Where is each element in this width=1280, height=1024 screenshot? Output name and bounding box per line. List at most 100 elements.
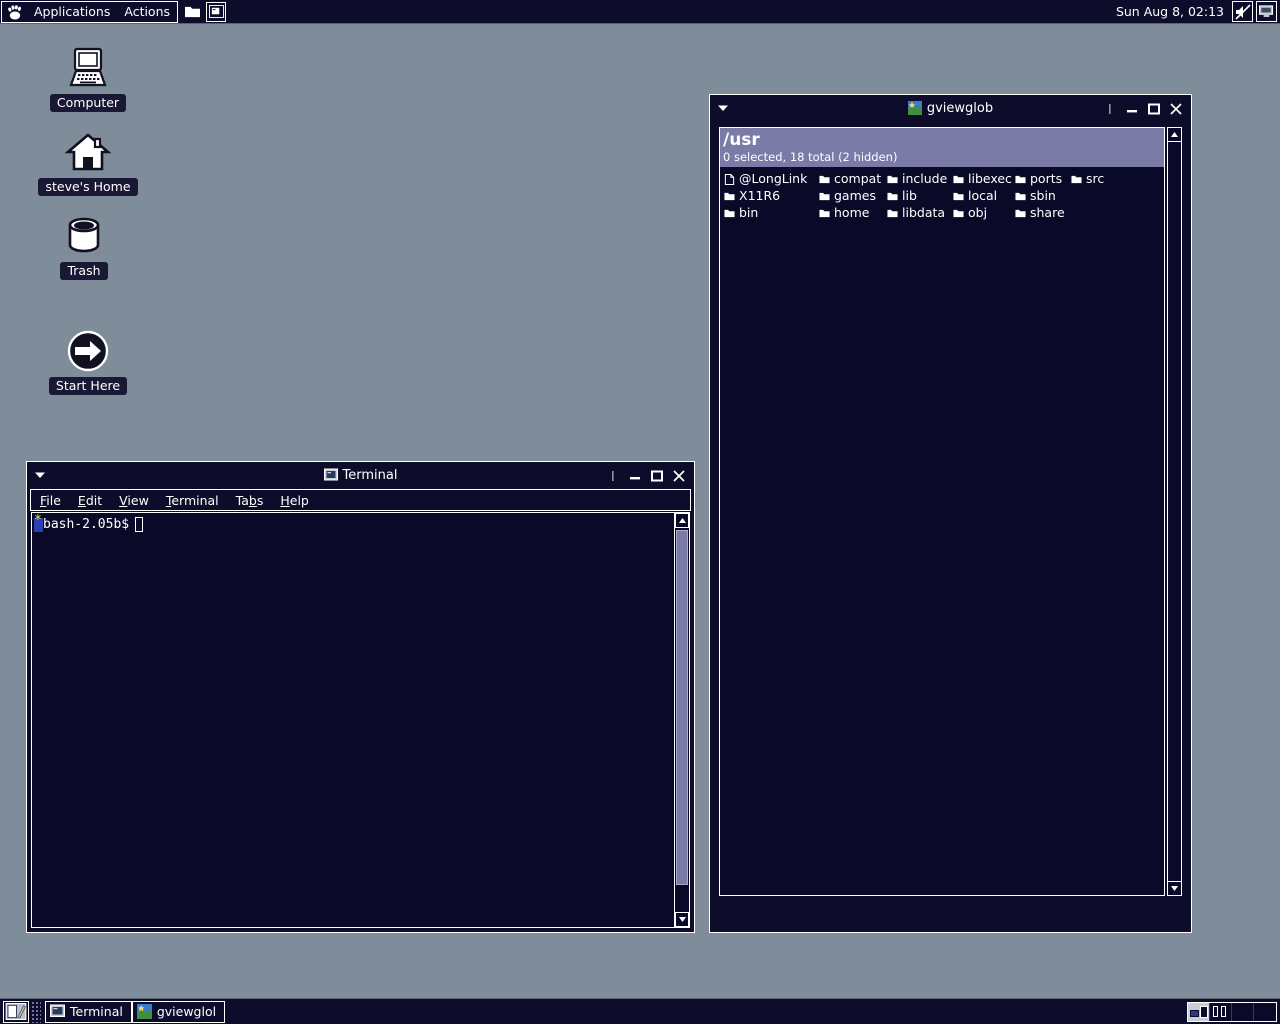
workspace-window-thumb [1190,1009,1199,1017]
show-desktop-launcher[interactable] [3,1000,29,1023]
workspace-2[interactable] [1210,1002,1232,1021]
file-item-obj[interactable]: obj [953,205,1015,220]
workspace-4[interactable] [1254,1003,1276,1021]
file-item-label: local [968,188,998,203]
desktop-icon-label: Computer [49,94,127,112]
terminal-body[interactable]: bash-2.05b$ [31,512,690,928]
clock-applet[interactable]: Sun Aug 8, 02:13 [1108,4,1232,19]
shade-button[interactable] [1103,101,1117,115]
close-button[interactable] [1169,101,1183,115]
file-item-ports[interactable]: ports [1015,171,1071,186]
shade-button[interactable] [606,468,620,482]
file-item-home[interactable]: home [819,205,887,220]
file-item-label: include [902,171,948,186]
file-item-share[interactable]: share [1015,205,1071,220]
close-button[interactable] [672,468,686,482]
desktop-icon-label: Start Here [48,377,128,395]
window-menu-button[interactable] [31,466,49,484]
prompt-marker-icon [34,514,43,532]
file-item-lib[interactable]: lib [887,188,953,203]
file-item-x11r6[interactable]: X11R6 [724,188,819,203]
file-item-longlink[interactable]: @LongLink [724,171,819,186]
file-item-libdata[interactable]: libdata [887,205,953,220]
window-menu-button[interactable] [714,99,732,117]
file-item-libexec[interactable]: libexec [953,171,1015,186]
show-desktop-icon [5,1003,27,1020]
scroll-up-button[interactable] [1167,127,1182,142]
menu-terminal[interactable]: Terminal [166,493,219,508]
panel-menu-group: Applications Actions [1,0,179,23]
terminal-vertical-scrollbar[interactable] [674,513,689,927]
trash-can-icon [60,212,108,260]
chevron-down-icon [35,472,45,478]
terminal-output[interactable]: bash-2.05b$ [32,513,674,927]
minimize-button[interactable] [1125,101,1139,115]
file-item-label: home [834,205,870,220]
gviewglob-titlebar[interactable]: gviewglob [710,95,1191,121]
file-item-bin[interactable]: bin [724,205,819,220]
desktop-icon-trash[interactable]: Trash [36,212,132,280]
display-settings-icon[interactable] [1256,1,1277,22]
gviewglob-title-text: gviewglob [926,100,994,116]
gviewglob-path-header: /usr 0 selected, 18 total (2 hidden) [720,128,1164,167]
file-item-games[interactable]: games [819,188,887,203]
terminal-window[interactable]: Terminal File Edit View Terminal Tabs He… [26,461,695,933]
file-item-src[interactable]: src [1071,171,1111,186]
file-manager-launcher[interactable] [182,1,203,22]
file-item-compat[interactable]: compat [819,171,887,186]
file-item-sbin[interactable]: sbin [1015,188,1071,203]
current-path: /usr [723,130,760,150]
panel-drag-handle[interactable] [31,1000,41,1023]
menu-file[interactable]: File [40,493,61,508]
task-label: Terminal [70,1004,123,1019]
desktop-icon-home[interactable]: steve's Home [38,128,138,196]
file-item-include[interactable]: include [887,171,953,186]
task-button-terminal[interactable]: Terminal [45,1000,132,1023]
selection-stats: 0 selected, 18 total (2 hidden) [723,150,898,164]
terminal-title: Terminal [27,468,694,483]
file-row: @LongLink compat include libexec ports src [724,170,1164,187]
scroll-track[interactable] [675,528,689,912]
triangle-up-icon [1171,132,1178,137]
desktop-icon-computer[interactable]: Computer [40,44,136,112]
terminal-launcher[interactable] [206,1,227,22]
folder-icon [1015,207,1026,218]
menu-view[interactable]: View [119,493,149,508]
gviewglob-vertical-scrollbar[interactable] [1167,127,1182,896]
folder-icon [819,173,830,184]
gviewglob-window[interactable]: gviewglob /usr 0 selected, 18 total (2 h… [709,94,1192,933]
terminal-window-controls [606,468,690,482]
file-item-local[interactable]: local [953,188,1015,203]
terminal-title-text: Terminal [342,467,398,483]
scroll-up-button[interactable] [675,513,689,528]
maximize-button[interactable] [1147,101,1161,115]
workspace-1[interactable] [1188,1002,1210,1021]
scroll-down-button[interactable] [1167,881,1182,896]
desktop-root: Applications Actions Sun Aug 8, 02:13 Co… [0,0,1280,1024]
maximize-button[interactable] [650,468,664,482]
actions-menu[interactable]: Actions [117,2,177,22]
desktop-icon-start-here[interactable]: Start Here [40,327,136,395]
task-button-gviewglob[interactable]: gviewglol [131,1000,226,1023]
minimize-button[interactable] [628,468,642,482]
gviewglob-file-pane[interactable]: /usr 0 selected, 18 total (2 hidden) @Lo… [719,127,1165,896]
scroll-thumb[interactable] [676,530,688,885]
terminal-menubar: File Edit View Terminal Tabs Help [30,489,691,511]
file-item-label: share [1030,205,1065,220]
workspace-switcher[interactable] [1187,1001,1277,1022]
text-cursor [135,517,144,532]
file-item-label: libexec [968,171,1012,186]
menu-help[interactable]: Help [280,493,309,508]
menu-tabs[interactable]: Tabs [236,493,264,508]
workspace-3[interactable] [1232,1002,1254,1021]
terminal-titlebar[interactable]: Terminal [27,462,694,488]
scroll-track[interactable] [1167,142,1182,881]
volume-muted-icon[interactable] [1232,1,1253,22]
terminal-prompt-line: bash-2.05b$ [34,514,674,533]
menu-edit[interactable]: Edit [78,493,102,508]
folder-icon [724,190,735,201]
applications-menu[interactable]: Applications [27,2,117,22]
folder-icon [184,6,200,18]
scroll-down-button[interactable] [675,912,689,927]
folder-icon [953,173,964,184]
